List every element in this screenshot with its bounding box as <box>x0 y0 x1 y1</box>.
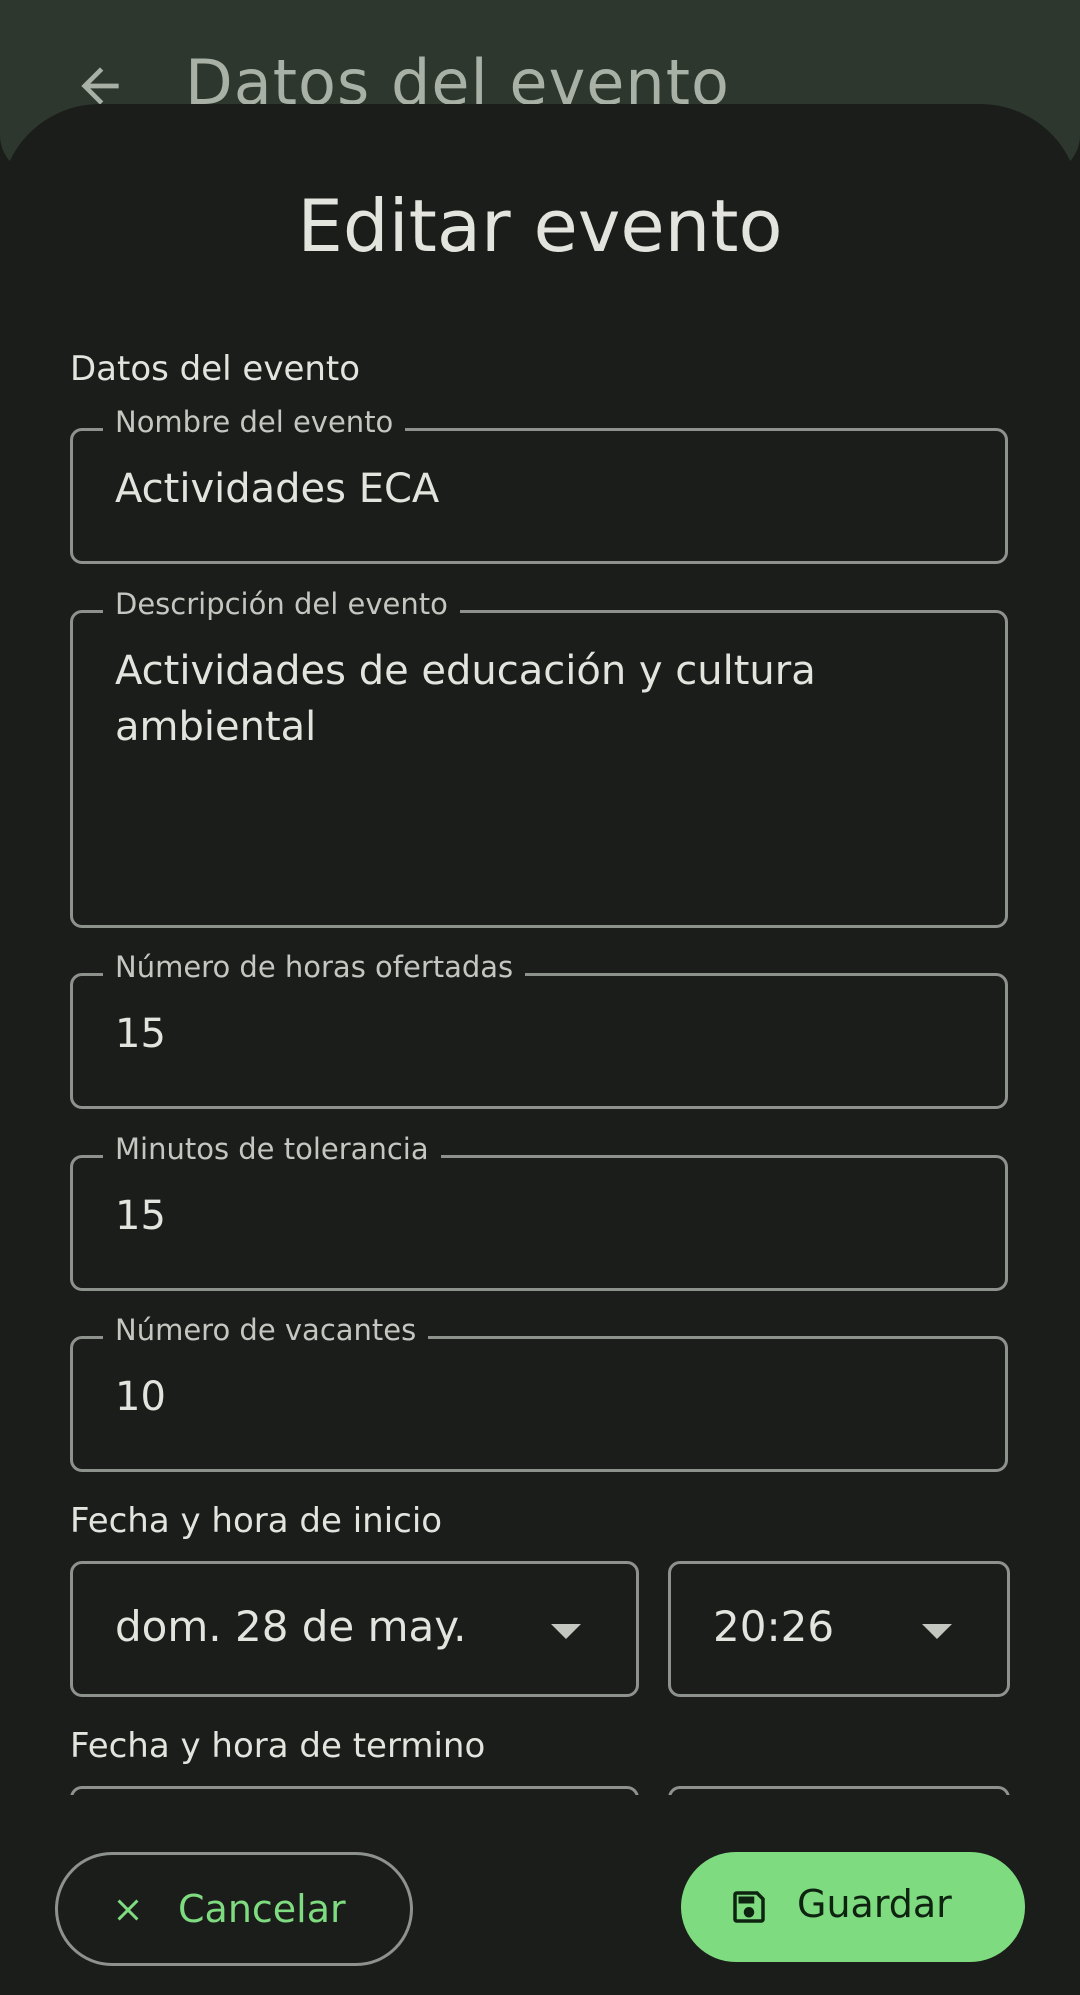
caret-down-icon <box>922 1624 952 1639</box>
event-name-label: Nombre del evento <box>103 405 406 439</box>
start-date-dropdown[interactable]: dom. 28 de may. <box>70 1561 639 1697</box>
offered-hours-label: Número de horas ofertadas <box>103 950 526 984</box>
offered-hours-field[interactable]: Número de horas ofertadas 15 <box>70 950 1008 1109</box>
save-button-label: Guardar <box>797 1882 952 1926</box>
cancel-button[interactable]: Cancelar <box>55 1852 413 1966</box>
start-date-value: dom. 28 de may. <box>115 1602 467 1651</box>
event-description-field[interactable]: Descripción del evento Actividades de ed… <box>70 587 1008 928</box>
start-datetime-label: Fecha y hora de inicio <box>70 1501 443 1541</box>
tolerance-minutes-value: 15 <box>115 1193 166 1239</box>
edit-event-sheet: Editar evento Datos del evento Nombre de… <box>0 104 1080 1995</box>
action-bar: Cancelar Guardar <box>0 1795 1080 1995</box>
offered-hours-value: 15 <box>115 1011 166 1057</box>
tolerance-minutes-field[interactable]: Minutos de tolerancia 15 <box>70 1132 1008 1291</box>
event-description-value: Actividades de educación y cultura ambie… <box>115 648 816 750</box>
screen: Datos del evento Editar evento Datos del… <box>0 0 1080 1995</box>
vacancies-value: 10 <box>115 1374 166 1420</box>
start-time-value: 20:26 <box>713 1602 835 1651</box>
cancel-button-label: Cancelar <box>178 1887 346 1931</box>
section-label-event-data: Datos del evento <box>70 349 361 389</box>
event-name-field[interactable]: Nombre del evento Actividades ECA <box>70 405 1008 564</box>
vacancies-label: Número de vacantes <box>103 1313 429 1347</box>
tolerance-minutes-label: Minutos de tolerancia <box>103 1132 441 1166</box>
caret-down-icon <box>551 1624 581 1639</box>
event-name-value: Actividades ECA <box>115 466 440 512</box>
close-icon <box>117 1899 139 1921</box>
vacancies-field[interactable]: Número de vacantes 10 <box>70 1313 1008 1472</box>
sheet-title: Editar evento <box>297 184 783 268</box>
start-time-dropdown[interactable]: 20:26 <box>668 1561 1010 1697</box>
save-icon <box>733 1891 765 1923</box>
event-description-label: Descripción del evento <box>103 587 460 621</box>
save-button[interactable]: Guardar <box>681 1852 1025 1962</box>
end-datetime-label: Fecha y hora de termino <box>70 1726 486 1766</box>
